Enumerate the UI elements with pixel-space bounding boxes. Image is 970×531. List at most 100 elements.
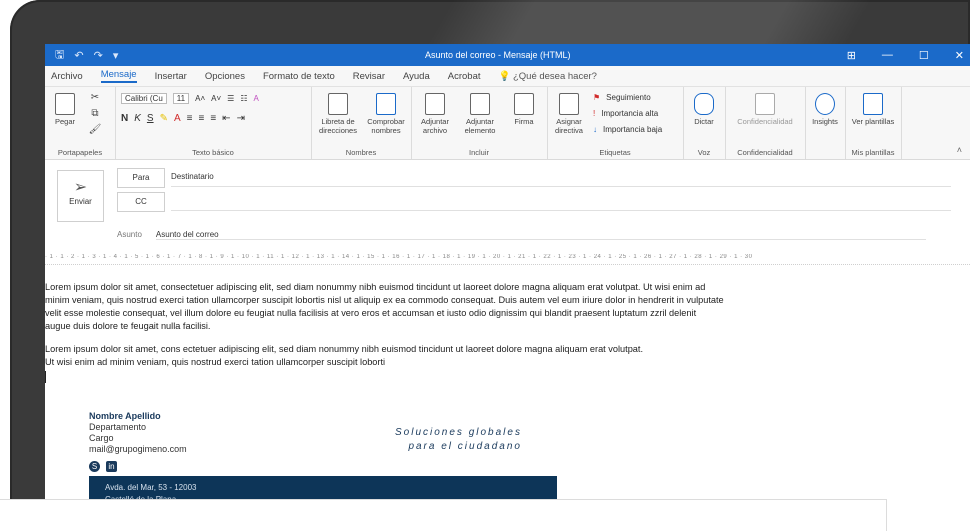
to-field[interactable]: Destinatario: [171, 168, 951, 187]
signature-email[interactable]: mail@grupogimeno.com: [89, 444, 187, 455]
undo-icon[interactable]: ↶: [74, 49, 83, 62]
collapse-ribbon-icon[interactable]: ˄: [957, 145, 962, 155]
high-importance-button[interactable]: ! Importancia alta: [593, 109, 658, 118]
check-names-label: Comprobar nombres: [367, 117, 405, 135]
cc-field[interactable]: [171, 192, 951, 211]
follow-up-button[interactable]: ⚑ Seguimiento: [593, 93, 651, 102]
underline-icon[interactable]: S: [147, 113, 154, 124]
highlight-icon[interactable]: ✎: [160, 113, 168, 124]
group-my-templates: Ver plantillas Mis plantillas: [845, 87, 902, 159]
body-line: Ut wisi enim ad minim veniam, quis nostr…: [45, 357, 386, 367]
grow-font-icon[interactable]: A˄: [195, 94, 205, 103]
attach-file-label: Adjuntar archivo: [421, 117, 449, 135]
tab-revisar[interactable]: Revisar: [353, 71, 385, 82]
pen-icon: [514, 93, 534, 115]
cut-icon[interactable]: ✂: [85, 93, 105, 103]
body-line: augue duis dolore te feugait nulla facil…: [45, 321, 211, 331]
assign-policy-label: Asignar directiva: [555, 117, 583, 135]
outdent-icon[interactable]: ⇥: [237, 113, 245, 124]
body-line: Lorem ipsum dolor sit amet, cons ectetue…: [45, 344, 644, 354]
check-names-button[interactable]: Comprobar nombres: [363, 93, 409, 135]
body-paragraph-1: Lorem ipsum dolor sit amet, consectetuer…: [45, 281, 950, 333]
tab-archivo[interactable]: Archivo: [51, 71, 83, 82]
bold-icon[interactable]: N: [121, 113, 128, 124]
shrink-font-icon[interactable]: A˅: [211, 94, 221, 103]
redo-icon[interactable]: ↷: [94, 49, 103, 62]
align-right-icon[interactable]: ≡: [210, 113, 216, 124]
send-icon: ➢: [73, 179, 88, 196]
close-icon[interactable]: ✕: [955, 49, 964, 62]
slogan-line-1: Soluciones globales: [395, 427, 522, 438]
signature-button[interactable]: Firma: [505, 93, 543, 126]
numbering-icon[interactable]: ☷: [240, 94, 247, 103]
follow-up-label: Seguimiento: [606, 93, 651, 102]
message-body[interactable]: Lorem ipsum dolor sit amet, consectetuer…: [45, 281, 950, 383]
group-label-basic-text: Texto básico: [192, 148, 234, 157]
tab-opciones[interactable]: Opciones: [205, 71, 245, 82]
tab-ayuda[interactable]: Ayuda: [403, 71, 430, 82]
insights-icon: [815, 93, 835, 115]
ribbon-display-icon[interactable]: ⊞: [847, 49, 856, 62]
font-name-select[interactable]: Calibri (Cu: [121, 93, 167, 104]
customize-qat-icon[interactable]: ▾: [113, 49, 119, 62]
copy-icon[interactable]: ⧉: [85, 109, 105, 119]
policy-icon: [559, 93, 579, 115]
attach-item-button[interactable]: Adjuntar elemento: [457, 93, 503, 135]
tab-mensaje[interactable]: Mensaje: [100, 69, 137, 83]
attach-file-button[interactable]: Adjuntar archivo: [413, 93, 457, 135]
paste-button[interactable]: Pegar: [51, 93, 79, 126]
low-importance-label: Importancia baja: [603, 125, 663, 134]
skype-icon[interactable]: S: [89, 461, 100, 472]
cc-button[interactable]: CC: [117, 192, 165, 212]
save-icon[interactable]: 🖫: [55, 46, 64, 65]
flag-icon: ⚑: [593, 93, 601, 102]
minimize-icon[interactable]: —: [882, 49, 893, 62]
white-overlay-card: [0, 499, 887, 531]
view-templates-button[interactable]: Ver plantillas: [849, 93, 897, 126]
align-center-icon[interactable]: ≡: [198, 113, 204, 124]
assign-policy-button[interactable]: Asignar directiva: [549, 93, 589, 135]
font-color-icon[interactable]: A: [174, 113, 181, 124]
group-confidentiality: Confidencialidad Confidencialidad: [725, 87, 806, 159]
text-cursor: [45, 371, 46, 383]
low-importance-button[interactable]: ↓ Importancia baja: [593, 125, 662, 134]
address-book-label: Libreta de direcciones: [319, 117, 357, 135]
address-book-icon: [328, 93, 348, 115]
bullets-icon[interactable]: ☰: [227, 94, 234, 103]
confidentiality-button[interactable]: Confidencialidad: [729, 93, 801, 126]
signature-label: Firma: [514, 117, 534, 126]
body-line: minim veniam, quis nostrud exerci tation…: [45, 295, 724, 305]
linkedin-icon[interactable]: in: [106, 461, 117, 472]
down-arrow-icon: ↓: [593, 125, 597, 134]
insights-button[interactable]: Insights: [807, 93, 843, 126]
tab-insertar[interactable]: Insertar: [155, 71, 187, 82]
exclamation-icon: !: [593, 109, 596, 118]
group-insights: Insights: [805, 87, 846, 159]
to-button[interactable]: Para: [117, 168, 165, 188]
font-size-select[interactable]: 11: [172, 93, 190, 104]
group-clipboard: Pegar ✂ ⧉ 🖌 Portapapeles: [45, 87, 116, 159]
check-names-icon: [376, 93, 396, 115]
tell-me-search[interactable]: 💡 ¿Qué desea hacer?: [499, 71, 597, 82]
signature-role: Cargo: [89, 433, 114, 443]
signature-name: Nombre Apellido: [89, 411, 161, 421]
subject-field[interactable]: Asunto del correo: [155, 230, 926, 240]
group-tags: Asignar directiva ⚑ Seguimiento ! Import…: [547, 87, 684, 159]
dictate-button[interactable]: Dictar: [687, 93, 721, 126]
tab-acrobat[interactable]: Acrobat: [448, 71, 481, 82]
clear-format-icon[interactable]: A: [253, 94, 258, 103]
group-label-include: Incluir: [468, 148, 489, 157]
shield-icon: [755, 93, 775, 115]
indent-icon[interactable]: ⇤: [222, 113, 230, 124]
tab-formato-texto[interactable]: Formato de texto: [263, 71, 335, 82]
window-title: Asunto del correo - Mensaje (HTML): [425, 50, 571, 60]
send-button[interactable]: ➢ Enviar: [57, 170, 104, 222]
maximize-icon[interactable]: ☐: [919, 49, 929, 62]
italic-icon[interactable]: K: [134, 113, 141, 124]
format-painter-icon[interactable]: 🖌: [85, 125, 105, 135]
message-header: ➢ Enviar Para Destinatario CC: [45, 160, 970, 226]
group-label-names: Nombres: [345, 148, 377, 157]
address-book-button[interactable]: Libreta de direcciones: [315, 93, 361, 135]
group-label-my-templates: Mis plantillas: [851, 148, 895, 157]
align-left-icon[interactable]: ≡: [187, 113, 193, 124]
